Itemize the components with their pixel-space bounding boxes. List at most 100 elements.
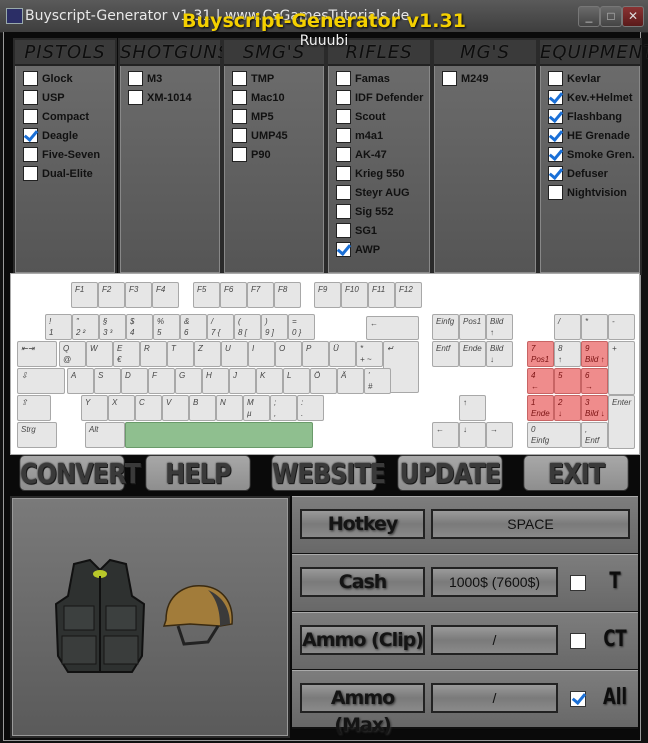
setting-label-button[interactable]: Hotkey bbox=[300, 509, 425, 539]
function-key: F10 bbox=[341, 282, 368, 308]
weapon-checkbox-item[interactable]: Kev.+Helmet bbox=[548, 88, 640, 107]
weapon-checkbox-item[interactable]: Krieg 550 bbox=[336, 164, 430, 183]
checkbox[interactable] bbox=[336, 147, 351, 162]
key-label: " bbox=[76, 317, 79, 326]
weapon-checkbox-item[interactable]: Five-Seven bbox=[23, 145, 115, 164]
navigation-key: Ende bbox=[459, 341, 486, 367]
checkbox[interactable] bbox=[232, 90, 247, 105]
team-checkbox[interactable] bbox=[570, 691, 586, 707]
weapon-checkbox-item[interactable]: MP5 bbox=[232, 107, 324, 126]
checkbox[interactable] bbox=[336, 71, 351, 86]
key-label: 5 bbox=[558, 371, 563, 380]
weapon-checkbox-item[interactable]: Glock bbox=[23, 69, 115, 88]
weapon-checkbox-item[interactable]: Smoke Gren. bbox=[548, 145, 640, 164]
weapon-checkbox-item[interactable]: HE Grenade bbox=[548, 126, 640, 145]
key-label: F1 bbox=[75, 285, 85, 294]
weapon-checkbox-item[interactable]: AWP bbox=[336, 240, 430, 259]
checkbox[interactable] bbox=[548, 71, 563, 86]
key-label: Q bbox=[63, 344, 70, 353]
weapon-checkbox-item[interactable]: XM-1014 bbox=[128, 88, 220, 107]
weapon-checkbox-item[interactable]: Famas bbox=[336, 69, 430, 88]
setting-label-button[interactable]: Ammo (Max) bbox=[300, 683, 425, 736]
weapon-checkbox-item[interactable]: Compact bbox=[23, 107, 115, 126]
key-label: P bbox=[306, 344, 312, 353]
checkbox-label: P90 bbox=[251, 148, 271, 161]
arrow-left-key: ← bbox=[432, 422, 459, 448]
weapon-checkbox-item[interactable]: SG1 bbox=[336, 221, 430, 240]
checkbox[interactable] bbox=[23, 90, 38, 105]
checkbox[interactable] bbox=[128, 90, 143, 105]
weapon-checkbox-item[interactable]: Dual-Elite bbox=[23, 164, 115, 183]
checkbox[interactable] bbox=[336, 204, 351, 219]
checkbox[interactable] bbox=[548, 128, 563, 143]
function-key: F8 bbox=[274, 282, 301, 308]
exit-button[interactable]: EXIT bbox=[523, 455, 629, 491]
setting-value-field[interactable]: 1000$ (7600$) bbox=[431, 567, 558, 597]
category-pistols: PISTOLS Glock USP Compact Deagle Five-Seven Du… bbox=[13, 38, 117, 275]
weapon-checkbox-item[interactable]: m4a1 bbox=[336, 126, 430, 145]
weapon-checkbox-item[interactable]: Scout bbox=[336, 107, 430, 126]
update-button[interactable]: UPDATE bbox=[397, 455, 503, 491]
weapon-checkbox-item[interactable]: Nightvision bbox=[548, 183, 640, 202]
category-smgs: SMG'S TMP Mac10 MP5 UMP45 P90 bbox=[222, 38, 326, 275]
key-sublabel: 4 bbox=[130, 328, 135, 337]
checkbox[interactable] bbox=[23, 109, 38, 124]
letter-key: B bbox=[189, 395, 216, 421]
weapon-checkbox-item[interactable]: Defuser bbox=[548, 164, 640, 183]
checkbox[interactable] bbox=[336, 90, 351, 105]
website-button[interactable]: WEBSITE bbox=[271, 455, 386, 491]
key-sublabel: Bild ↑ bbox=[585, 355, 605, 364]
checkbox[interactable] bbox=[232, 109, 247, 124]
weapon-checkbox-item[interactable]: IDF Defender bbox=[336, 88, 430, 107]
checkbox[interactable] bbox=[23, 128, 38, 143]
setting-label-button[interactable]: Cash bbox=[300, 567, 425, 597]
letter-key: C bbox=[135, 395, 162, 421]
key-label: - bbox=[612, 317, 615, 326]
checkbox[interactable] bbox=[548, 90, 563, 105]
checkbox[interactable] bbox=[336, 166, 351, 181]
weapon-checkbox-item[interactable]: Steyr AUG bbox=[336, 183, 430, 202]
numpad-key: 5 bbox=[554, 368, 581, 394]
weapon-checkbox-item[interactable]: Flashbang bbox=[548, 107, 640, 126]
checkbox[interactable] bbox=[548, 185, 563, 200]
checkbox[interactable] bbox=[548, 147, 563, 162]
setting-value-field[interactable]: SPACE bbox=[431, 509, 630, 539]
weapon-checkbox-item[interactable]: Kevlar bbox=[548, 69, 640, 88]
checkbox[interactable] bbox=[23, 147, 38, 162]
weapon-checkbox-item[interactable]: Sig 552 bbox=[336, 202, 430, 221]
team-checkbox[interactable] bbox=[570, 575, 586, 591]
weapon-checkbox-item[interactable]: M3 bbox=[128, 69, 220, 88]
checkbox[interactable] bbox=[336, 223, 351, 238]
team-label: All bbox=[602, 685, 628, 710]
key-label: 2 bbox=[558, 398, 563, 407]
weapon-checkbox-item[interactable]: M249 bbox=[442, 69, 536, 88]
checkbox[interactable] bbox=[442, 71, 457, 86]
checkbox[interactable] bbox=[336, 109, 351, 124]
weapon-checkbox-item[interactable]: UMP45 bbox=[232, 126, 324, 145]
letter-key: :. bbox=[297, 395, 324, 421]
checkbox[interactable] bbox=[336, 242, 351, 257]
checkbox[interactable] bbox=[128, 71, 143, 86]
weapon-checkbox-item[interactable]: TMP bbox=[232, 69, 324, 88]
setting-label-button[interactable]: Ammo (Clip) bbox=[300, 625, 425, 655]
convert-button[interactable]: CONVERT bbox=[19, 455, 141, 491]
weapon-checkbox-item[interactable]: Deagle bbox=[23, 126, 115, 145]
checkbox[interactable] bbox=[336, 128, 351, 143]
weapon-checkbox-item[interactable]: USP bbox=[23, 88, 115, 107]
setting-value-field[interactable]: / bbox=[431, 625, 558, 655]
team-checkbox[interactable] bbox=[570, 633, 586, 649]
checkbox[interactable] bbox=[232, 147, 247, 162]
key-sublabel: , bbox=[274, 409, 277, 418]
checkbox[interactable] bbox=[548, 166, 563, 181]
weapon-checkbox-item[interactable]: AK-47 bbox=[336, 145, 430, 164]
checkbox[interactable] bbox=[23, 71, 38, 86]
checkbox[interactable] bbox=[232, 71, 247, 86]
help-button[interactable]: HELP bbox=[145, 455, 251, 491]
weapon-checkbox-item[interactable]: Mac10 bbox=[232, 88, 324, 107]
checkbox[interactable] bbox=[548, 109, 563, 124]
checkbox[interactable] bbox=[23, 166, 38, 181]
checkbox[interactable] bbox=[232, 128, 247, 143]
weapon-checkbox-item[interactable]: P90 bbox=[232, 145, 324, 164]
setting-value-field[interactable]: / bbox=[431, 683, 558, 713]
checkbox[interactable] bbox=[336, 185, 351, 200]
